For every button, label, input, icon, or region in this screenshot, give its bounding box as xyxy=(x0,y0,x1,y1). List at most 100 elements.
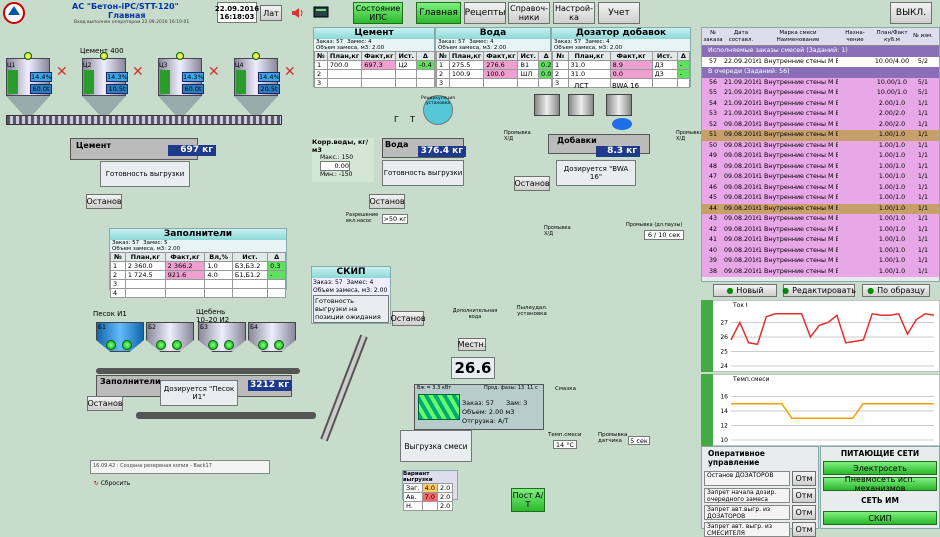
order-cell: 21.09.2016 xyxy=(724,78,758,86)
state-ips-button[interactable]: Состояние ИПС xyxy=(353,2,403,24)
order-cell: 1 Внутренние стены М Бетон xyxy=(758,99,838,107)
unload-variant-grid: Заг. 4.0 2.0 Ав. 7.0 2.0 Н. 2.0 xyxy=(403,483,454,511)
table-row: 2 100.9 100.0 ШЛ 0.0 xyxy=(436,69,555,79)
order-row[interactable]: 38 09.08.20161 Внутренние стены М Бетон 1.… xyxy=(702,266,939,277)
bwa-label: BWA 16 xyxy=(612,82,640,90)
flush-pause-value: 6 / 10 сек xyxy=(644,230,684,240)
exit-button[interactable]: ВЫКЛ. xyxy=(890,2,932,24)
bin-name: Б4 xyxy=(250,324,258,331)
order-cell: 49 xyxy=(708,152,717,159)
ops-row: Запрет авт.выгр. из ДОЗАТОРОВ Отм xyxy=(704,504,816,520)
order-cell: 55 xyxy=(708,89,717,96)
order-cell: 51 xyxy=(708,131,717,138)
fill_tbl-grid: № План,кг Факт,кг Вл,% Ист. Δ 1 2 360.0 2 366.2 1… xyxy=(110,252,286,298)
table-cell: Ав. xyxy=(403,492,423,502)
order-cell: 09.08.2016 xyxy=(724,246,758,254)
table-cell: 4 xyxy=(110,288,126,298)
speaker-icon[interactable] xyxy=(290,6,304,20)
order-row[interactable]: 53 21.09.20161 Внутренние стены М Бетон 2.… xyxy=(702,109,939,120)
fill-scale-status: Дозируется "Песок И1" xyxy=(160,380,238,406)
order-row[interactable]: 48 09.08.20161 Внутренние стены М Бетон 1.… xyxy=(702,161,939,172)
corr-value-input[interactable]: 0.00 xyxy=(320,161,350,171)
order-row[interactable]: 54 21.09.20161 Внутренние стены М Бетон 2.… xyxy=(702,98,939,109)
cement-stop-button[interactable]: Останов xyxy=(86,194,122,209)
order-cell: 1 Внутренние стены М Бетон xyxy=(758,225,838,233)
order-row[interactable]: 44 09.08.20161 Внутренние стены М Бетон 1.… xyxy=(702,203,939,214)
cement_tbl-grid: № План,кг Факт,кг Ист. Δ 1 700.0 697.3 Ц2 -0.4 2 3 xyxy=(314,51,435,88)
order-row[interactable]: 43 09.08.20161 Внутренние стены М Бетон 1.… xyxy=(702,214,939,225)
order-cell: 1/1 xyxy=(917,267,929,275)
ops-label: Запрет авт. выгр. из СМЕСИТЕЛЯ xyxy=(704,521,790,537)
order-row[interactable]: 55 21.09.20161 Внутренние стены М Бетон 10… xyxy=(702,88,939,99)
table-cell: 3 xyxy=(552,78,569,88)
table-cell: 3 xyxy=(436,78,450,88)
ops-cancel-button[interactable]: Отм xyxy=(792,521,816,537)
table-row: 3 xyxy=(436,78,555,88)
order-cell: 1 Внутренние стены М Бетон xyxy=(758,173,838,180)
table-row: 2 xyxy=(314,69,435,79)
order-cell: 1 Внутренние стены М Бетон xyxy=(758,131,838,138)
copy-order-button[interactable]: ● По образцу xyxy=(862,284,930,297)
flush-left-label: Промывка Х/Д xyxy=(504,130,531,142)
order-row[interactable]: 50 09.08.20161 Внутренние стены М Бетон 1.… xyxy=(702,140,939,151)
order-row[interactable]: 52 09.08.20161 Внутренние стены М Бетон 2.… xyxy=(702,119,939,130)
order-row[interactable]: 42 09.08.20161 Внутренние стены М Бетон 1.… xyxy=(702,224,939,235)
tab-account[interactable]: Учет xyxy=(598,2,640,24)
lang-button[interactable]: Лат xyxy=(260,5,282,21)
reset-button[interactable]: ↻ Сбросить xyxy=(92,477,132,489)
tab-recipes[interactable]: Рецепты xyxy=(464,2,506,24)
order-row[interactable]: 40 09.08.20161 Внутренние стены М Бетон 1.… xyxy=(702,245,939,256)
table-row: Н. 2.0 xyxy=(403,501,454,511)
order-row[interactable]: 47 09.08.20161 Внутренние стены М Бетон 1.… xyxy=(702,172,939,183)
gravel-label: Щебень 10–20 И2 xyxy=(196,308,230,324)
local-button[interactable]: Местн. xyxy=(458,338,486,351)
table-cell: 2 xyxy=(110,270,126,280)
order-row[interactable]: 51 09.08.20161 Внутренние стены М Бетон 1.… xyxy=(702,130,939,141)
table-cell: - xyxy=(267,270,286,280)
table-row: 21 724.5 921.6 4.0 Б1,Б1.2- xyxy=(110,270,286,280)
tab-refs[interactable]: Справоч- ники xyxy=(508,2,550,24)
edit-icon: ● xyxy=(782,286,790,295)
order-row[interactable]: 46 09.08.20161 Внутренние стены М Бетон 1.… xyxy=(702,182,939,193)
fill-scale-weight: 3212 кг xyxy=(248,380,292,391)
table-cell xyxy=(395,78,418,88)
tab-main[interactable]: Главная xyxy=(416,2,461,24)
chart-bg xyxy=(701,374,940,446)
lube-label: Смазка xyxy=(555,386,576,392)
ops-cancel-button[interactable]: Отм xyxy=(792,487,816,503)
table-cell: 1 724.5 xyxy=(124,270,166,280)
new-order-button[interactable]: ● Новый xyxy=(713,284,777,297)
water-stop-button[interactable]: Останов xyxy=(369,194,405,209)
edit-order-button[interactable]: ● Редактировать xyxy=(782,284,856,297)
ops-cancel-button[interactable]: Отм xyxy=(792,470,816,486)
table-cell: В1 xyxy=(517,60,540,70)
order-cell: 1 Внутренние стены М Бетон xyxy=(758,215,838,222)
order-cell: 52 xyxy=(708,120,717,128)
order-row[interactable]: 41 09.08.20161 Внутренние стены М Бетон 1.… xyxy=(702,235,939,246)
order-cell: 45 xyxy=(708,194,717,201)
order-row[interactable]: 57 22.09.20161 Внутренние стены М Бетон 10… xyxy=(702,56,939,67)
table-cell xyxy=(361,69,397,79)
order-cell: 41 xyxy=(708,236,717,243)
order-row[interactable]: 45 09.08.20161 Внутренние стены М Бетон 1.… xyxy=(702,193,939,204)
order-row[interactable]: 39 09.08.20161 Внутренние стены М Бетон 1.… xyxy=(702,256,939,267)
order-cell: 09.08.2016 xyxy=(724,225,758,233)
skip-stop-button[interactable]: Останов xyxy=(390,311,426,326)
order-row[interactable]: 56 21.09.20161 Внутренние стены М Бетон 10… xyxy=(702,77,939,88)
additive-stop-button[interactable]: Останов xyxy=(514,176,550,191)
tab-settings[interactable]: Настрой- ка xyxy=(553,2,595,24)
order-row[interactable]: 49 09.08.20161 Внутренние стены М Бетон 1.… xyxy=(702,151,939,162)
orders-header: № заказа Дата составл. Марка смеси Наимено… xyxy=(702,28,939,46)
table-cell: Д3 xyxy=(651,69,678,79)
table-cell: 2.0 xyxy=(436,501,454,511)
header-row: № План,кг Факт,кг Ист. Δ xyxy=(552,51,691,61)
keyboard-icon[interactable] xyxy=(313,6,329,18)
recirc-label: Рециркуляция установка xyxy=(421,96,455,106)
ops-cancel-button[interactable]: Отм xyxy=(792,504,816,520)
table-cell xyxy=(416,78,435,88)
order-cell: 1.00/1.0 xyxy=(878,173,906,180)
post-button[interactable]: Пост А/Т xyxy=(511,488,545,512)
temp-display: 26.6 xyxy=(451,357,495,379)
mixer-head: Вж = 3.3 кВт xyxy=(417,385,452,391)
fill-stop-button[interactable]: Останов xyxy=(87,396,123,411)
